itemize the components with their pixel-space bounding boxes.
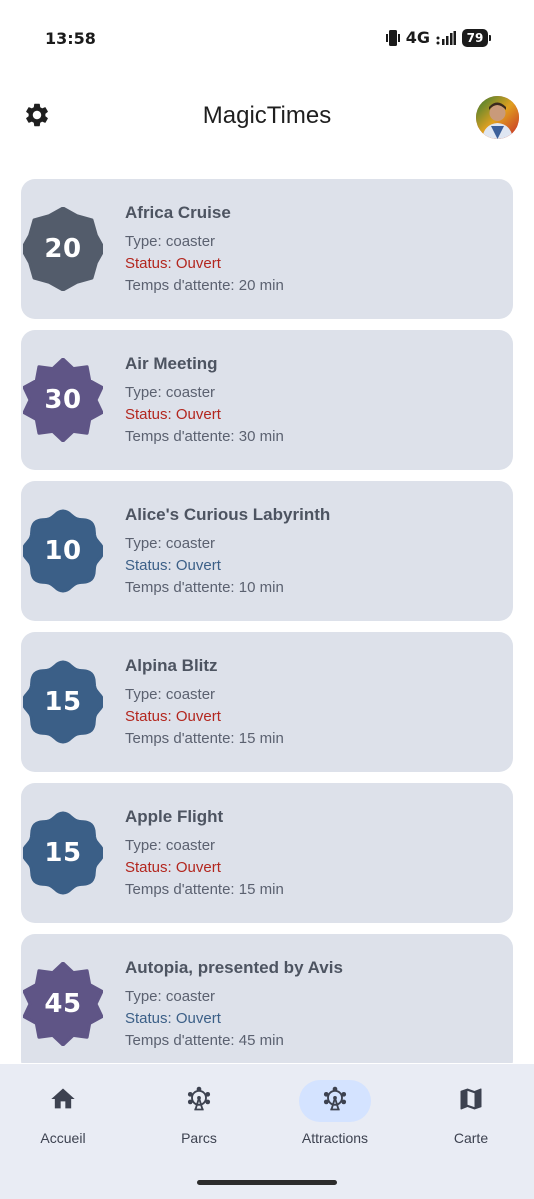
wait-time-badge-value: 10 xyxy=(44,536,82,566)
attraction-wait-time: Temps d'attente: 30 min xyxy=(125,428,284,445)
app-title: MagicTimes xyxy=(202,102,332,129)
map-icon xyxy=(457,1085,485,1118)
attraction-status: Status: Ouvert xyxy=(125,1010,221,1027)
attraction-card[interactable]: 45 Autopia, presented by Avis Type: coaste… xyxy=(21,934,513,1063)
app-bar: MagicTimes xyxy=(0,90,534,146)
attraction-type: Type: coaster xyxy=(125,233,216,250)
attraction-type: Type: coaster xyxy=(125,535,216,552)
attraction-wait-time: Temps d'attente: 15 min xyxy=(125,730,284,747)
home-indicator[interactable] xyxy=(197,1180,337,1185)
bottom-navigation: Accueil Parcs Attractions Carte xyxy=(0,1064,534,1199)
vibrate-icon xyxy=(385,29,400,47)
attraction-wait-time: Temps d'attente: 45 min xyxy=(125,1032,284,1049)
nav-item-carte[interactable]: Carte xyxy=(416,1080,526,1150)
nav-label-carte: Carte xyxy=(453,1130,489,1146)
attraction-status: Status: Ouvert xyxy=(125,557,221,574)
nav-label-parcs: Parcs xyxy=(181,1130,217,1146)
nav-item-parcs[interactable]: Parcs xyxy=(144,1080,254,1150)
wait-time-badge: 30 xyxy=(23,358,103,442)
wait-time-badge-value: 30 xyxy=(44,385,82,415)
attraction-status: Status: Ouvert xyxy=(125,255,221,272)
attraction-wait-time: Temps d'attente: 10 min xyxy=(125,579,284,596)
attraction-card[interactable]: 10 Alice's Curious Labyrinth Type: coaster… xyxy=(21,481,513,621)
nav-pill xyxy=(163,1080,235,1122)
attraction-type: Type: coaster xyxy=(125,686,216,703)
signal-icon xyxy=(436,30,456,46)
wait-time-badge: 15 xyxy=(23,660,103,744)
wait-time-badge-value: 45 xyxy=(44,989,82,1019)
nav-label-attractions: Attractions xyxy=(301,1130,369,1146)
ferris-wheel-icon xyxy=(185,1085,213,1118)
wait-time-badge-value: 20 xyxy=(44,234,82,264)
wait-time-badge: 10 xyxy=(23,509,103,593)
home-icon xyxy=(49,1085,77,1118)
attraction-wait-time: Temps d'attente: 20 min xyxy=(125,277,284,294)
attraction-status: Status: Ouvert xyxy=(125,708,221,725)
attraction-type: Type: coaster xyxy=(125,837,216,854)
nav-pill xyxy=(27,1080,99,1122)
attraction-card[interactable]: 20 Africa Cruise Type: coaster Status: Ouve… xyxy=(21,179,513,319)
status-time: 13:58 xyxy=(45,29,96,48)
wait-time-badge-value: 15 xyxy=(44,687,82,717)
wait-time-badge: 15 xyxy=(23,811,103,895)
nav-pill-active xyxy=(299,1080,371,1122)
network-label: 4G xyxy=(405,28,430,47)
user-avatar[interactable] xyxy=(476,96,519,139)
attraction-type: Type: coaster xyxy=(125,988,216,1005)
nav-item-attractions[interactable]: Attractions xyxy=(280,1080,390,1150)
attraction-name: Alice's Curious Labyrinth xyxy=(125,505,331,524)
nav-pill xyxy=(435,1080,507,1122)
nav-item-accueil[interactable]: Accueil xyxy=(8,1080,118,1150)
attraction-name: Alpina Blitz xyxy=(125,656,218,675)
attractions-list[interactable]: 20 Africa Cruise Type: coaster Status: Ouve… xyxy=(21,179,513,1063)
wait-time-badge: 20 xyxy=(23,207,103,291)
battery-indicator: 79 xyxy=(462,28,491,47)
attraction-name: Air Meeting xyxy=(125,354,218,373)
attraction-name: Autopia, presented by Avis xyxy=(125,958,343,977)
wait-time-badge-value: 15 xyxy=(44,838,82,868)
attraction-wait-time: Temps d'attente: 15 min xyxy=(125,881,284,898)
attraction-status: Status: Ouvert xyxy=(125,859,221,876)
attraction-card[interactable]: 15 Alpina Blitz Type: coaster Status: Ouver… xyxy=(21,632,513,772)
attraction-card[interactable]: 15 Apple Flight Type: coaster Status: Ouver… xyxy=(21,783,513,923)
wait-time-badge: 45 xyxy=(23,962,103,1046)
attraction-name: Africa Cruise xyxy=(125,203,231,222)
status-icons: 4G 79 xyxy=(385,28,491,47)
ferris-wheel-icon xyxy=(321,1085,349,1118)
nav-label-accueil: Accueil xyxy=(40,1130,86,1146)
attraction-status: Status: Ouvert xyxy=(125,406,221,423)
attraction-card[interactable]: 30 Air Meeting Type: coaster Status: Ouvert… xyxy=(21,330,513,470)
attraction-type: Type: coaster xyxy=(125,384,216,401)
attraction-name: Apple Flight xyxy=(125,807,224,826)
status-bar: 13:58 4G 79 xyxy=(0,0,534,78)
